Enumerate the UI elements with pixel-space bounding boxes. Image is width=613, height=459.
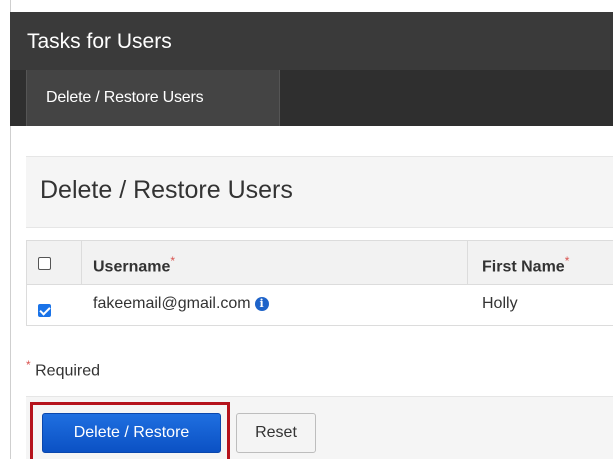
info-icon[interactable]: i	[254, 297, 269, 311]
table-row: fakeemail@gmail.com i Holly	[27, 285, 613, 325]
column-divider	[467, 241, 468, 284]
panel-header: Delete / Restore Users	[26, 156, 613, 228]
delete-restore-button[interactable]: Delete / Restore	[42, 413, 221, 453]
column-header-first-name[interactable]: First Name*	[482, 254, 569, 276]
first-name-cell: Holly	[482, 295, 518, 312]
column-header-username[interactable]: Username*	[93, 254, 175, 276]
required-asterisk: *	[564, 254, 570, 268]
required-note: * Required	[26, 358, 100, 380]
tab-delete-restore-users[interactable]: Delete / Restore Users	[26, 70, 280, 126]
tab-strip: Delete / Restore Users	[10, 70, 613, 126]
username-cell: fakeemail@gmail.com i	[93, 295, 269, 313]
panel-title: Delete / Restore Users	[40, 176, 293, 204]
page-title: Tasks for Users	[27, 30, 172, 53]
table-header-row: Username* First Name*	[27, 241, 613, 285]
required-asterisk: *	[170, 254, 176, 268]
reset-button[interactable]: Reset	[236, 413, 316, 453]
users-table: Username* First Name* fakeemail@gmail.co…	[26, 240, 613, 326]
column-divider	[81, 241, 82, 284]
select-all-checkbox[interactable]	[38, 257, 51, 270]
tab-label: Delete / Restore Users	[46, 89, 204, 106]
title-bar: Tasks for Users	[10, 12, 613, 70]
required-note-text: Required	[35, 362, 101, 380]
required-asterisk: *	[26, 358, 31, 372]
row-checkbox[interactable]	[38, 304, 51, 317]
